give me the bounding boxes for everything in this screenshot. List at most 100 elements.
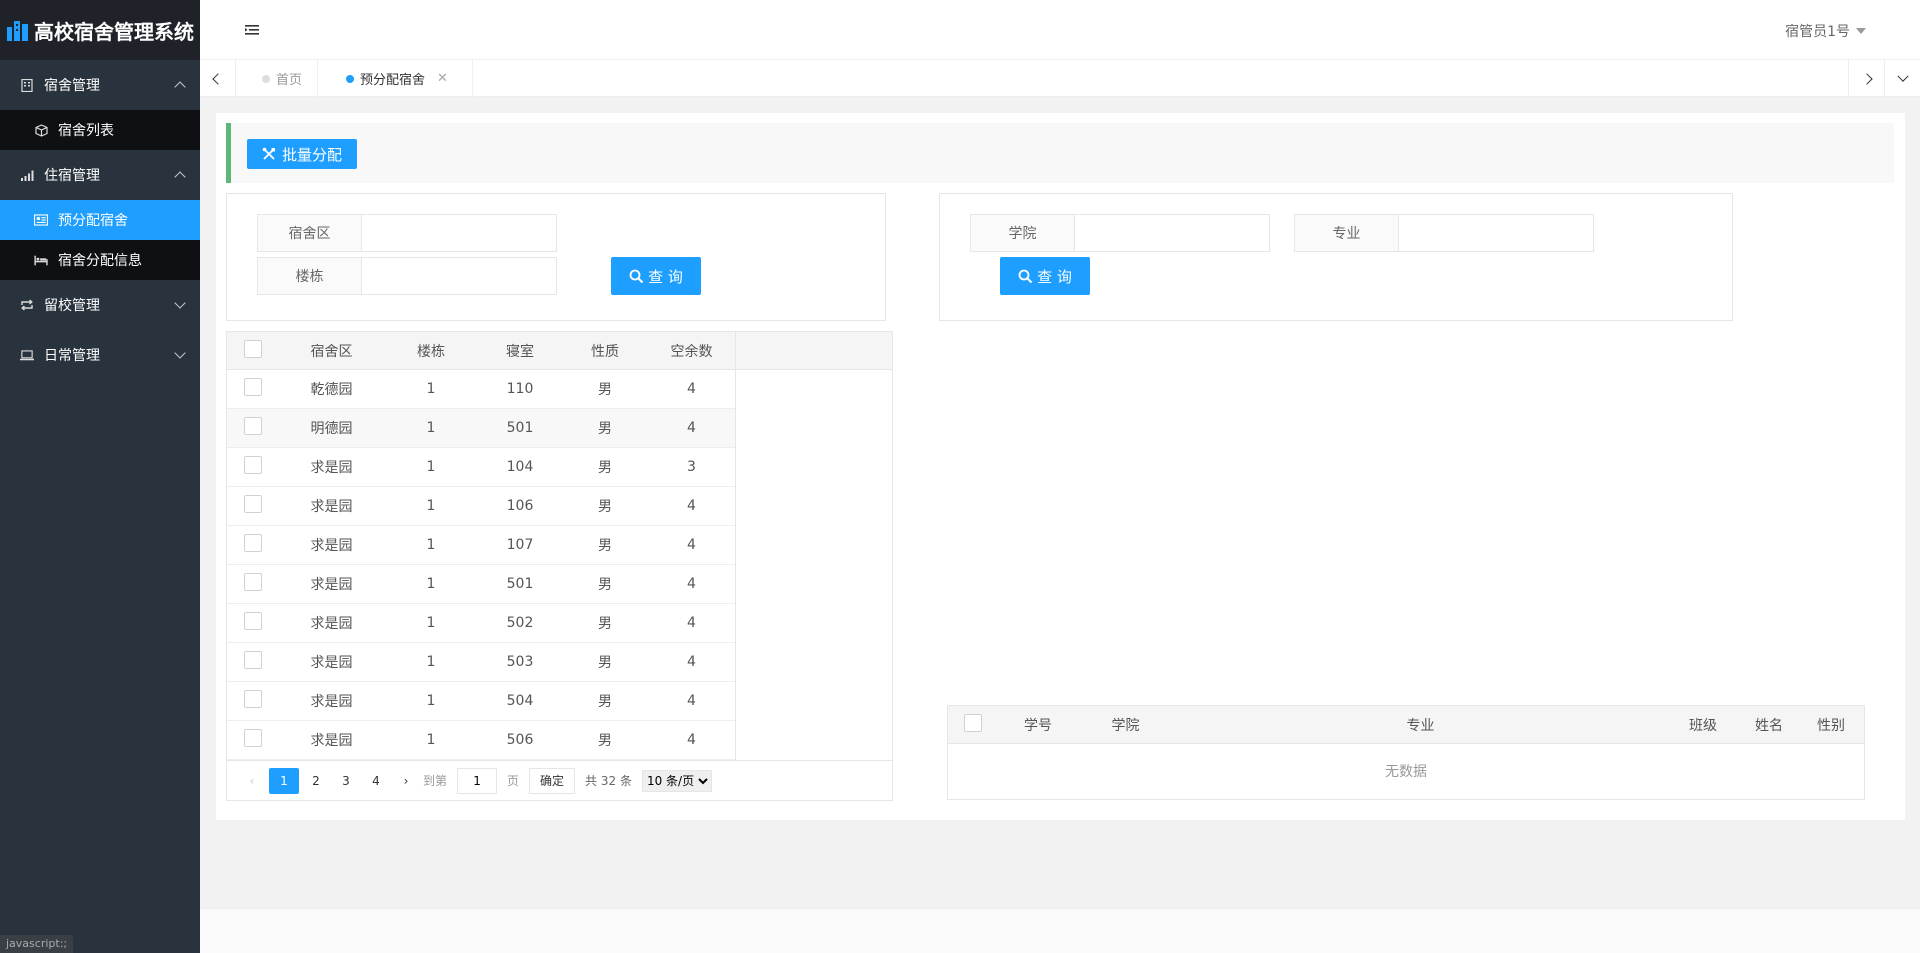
- page-3-button[interactable]: 3: [333, 768, 359, 794]
- row-checkbox[interactable]: [244, 456, 262, 474]
- college-field: 学院: [970, 214, 1270, 252]
- row-checkbox[interactable]: [244, 690, 262, 708]
- tab-scroll-right-button[interactable]: [1848, 60, 1884, 97]
- chevron-down-icon: [1896, 70, 1909, 82]
- header-filler: [735, 332, 892, 370]
- menu-dorm-management[interactable]: 宿舍管理: [0, 60, 200, 110]
- cell-vacancy: 4: [687, 615, 696, 631]
- menu-toggle-icon[interactable]: [244, 22, 260, 38]
- laptop-icon: [20, 348, 34, 362]
- tab-label: 预分配宿舍: [360, 73, 426, 88]
- row-checkbox[interactable]: [244, 378, 262, 396]
- major-input[interactable]: [1399, 215, 1593, 251]
- row-checkbox[interactable]: [244, 651, 262, 669]
- menu-group-stay: 留校管理: [0, 280, 200, 330]
- page-2-button[interactable]: 2: [303, 768, 329, 794]
- building-input[interactable]: [362, 258, 556, 294]
- cell-room: 107: [506, 537, 534, 553]
- table-row[interactable]: 求是园 1 503 男 4: [227, 643, 735, 682]
- menu-daily-management[interactable]: 日常管理: [0, 330, 200, 380]
- goto-confirm-button[interactable]: 确定: [529, 767, 576, 794]
- cell-area: 明德园: [310, 421, 353, 437]
- column-header: 性别: [1817, 717, 1845, 734]
- student-query-button[interactable]: 查 询: [1000, 257, 1090, 295]
- top-header: 宿管员1号: [200, 0, 1920, 60]
- row-checkbox[interactable]: [244, 612, 262, 630]
- row-checkbox[interactable]: [244, 417, 262, 435]
- menu-lodging-management[interactable]: 住宿管理: [0, 150, 200, 200]
- table-row[interactable]: 乾德园 1 110 男 4: [227, 370, 735, 409]
- row-checkbox[interactable]: [244, 573, 262, 591]
- prev-page-button[interactable]: ‹: [239, 768, 265, 794]
- query-label: 查 询: [648, 267, 683, 286]
- menu-label: 宿舍列表: [58, 123, 114, 139]
- cell-gender: 男: [598, 538, 612, 554]
- dorm-area-input[interactable]: [362, 215, 556, 251]
- cell-building: 1: [426, 498, 436, 514]
- bed-icon: [34, 253, 48, 267]
- cell-building: 1: [426, 537, 436, 553]
- field-label: 宿舍区: [258, 215, 362, 251]
- row-checkbox[interactable]: [244, 495, 262, 513]
- row-checkbox[interactable]: [244, 534, 262, 552]
- dorm-query-button[interactable]: 查 询: [611, 257, 701, 295]
- tab-scroll-left-button[interactable]: [200, 60, 236, 97]
- college-input[interactable]: [1075, 215, 1269, 251]
- cell-gender: 男: [598, 382, 612, 398]
- table-row[interactable]: 求是园 1 104 男 3: [227, 448, 735, 487]
- user-menu[interactable]: 宿管员1号: [1785, 21, 1866, 41]
- tools-icon: [262, 147, 275, 160]
- next-page-button[interactable]: ›: [393, 768, 419, 794]
- menu-stay-management[interactable]: 留校管理: [0, 280, 200, 330]
- select-all-checkbox[interactable]: [244, 339, 262, 358]
- table-row[interactable]: 求是园 1 502 男 4: [227, 604, 735, 643]
- table-row[interactable]: 求是园 1 504 男 4: [227, 682, 735, 721]
- menu-label: 宿舍管理: [44, 78, 100, 94]
- app-title: 高校宿舍管理系统: [34, 19, 194, 44]
- cell-gender: 男: [598, 655, 612, 671]
- page-4-button[interactable]: 4: [363, 768, 389, 794]
- cell-area: 求是园: [310, 577, 353, 593]
- building-field: 楼栋: [257, 257, 557, 295]
- cell-room: 504: [506, 693, 534, 709]
- chevron-right-icon: [1860, 72, 1873, 85]
- cell-gender: 男: [598, 460, 612, 476]
- chevron-up-icon: [174, 171, 186, 183]
- menu-item-allocation-info[interactable]: 宿舍分配信息: [0, 240, 200, 280]
- table-header: 宿舍区 楼栋 寝室 性质 空余数: [227, 332, 735, 370]
- tab-options-button[interactable]: [1884, 60, 1920, 97]
- menu-item-dorm-list[interactable]: 宿舍列表: [0, 110, 200, 150]
- table-row[interactable]: 求是园 1 107 男 4: [227, 526, 735, 565]
- select-all-checkbox[interactable]: [964, 713, 982, 732]
- column-header: 学号: [1024, 717, 1052, 734]
- table-row[interactable]: 求是园 1 501 男 4: [227, 565, 735, 604]
- page-size-select[interactable]: 10 条/页: [641, 769, 712, 792]
- page-1-button[interactable]: 1: [269, 767, 299, 794]
- cube-icon: [34, 123, 48, 137]
- cell-vacancy: 4: [687, 576, 696, 592]
- close-icon[interactable]: ✕: [437, 71, 448, 86]
- cell-gender: 男: [598, 694, 612, 710]
- app-logo: 高校宿舍管理系统: [0, 0, 200, 60]
- building-logo-icon: [7, 21, 28, 41]
- menu-label: 宿舍分配信息: [58, 253, 142, 269]
- batch-allocate-button[interactable]: 批量分配: [247, 139, 357, 169]
- tab-home[interactable]: 首页: [236, 60, 318, 97]
- cell-room: 110: [506, 381, 534, 397]
- tab-pre-allocate[interactable]: 预分配宿舍 ✕: [318, 60, 473, 97]
- row-checkbox[interactable]: [244, 729, 262, 747]
- pagination: ‹ 1 2 3 4 › 到第 页 确定 共 32 条 10 条/页: [227, 760, 892, 800]
- table-row[interactable]: 明德园 1 501 男 4: [227, 409, 735, 448]
- column-header: 宿舍区: [310, 343, 353, 360]
- table-row[interactable]: 求是园 1 506 男 4: [227, 721, 735, 760]
- cell-building: 1: [426, 459, 436, 475]
- dorm-table: 宿舍区 楼栋 寝室 性质 空余数 乾德园 1 110 男 4 明德园 1 501…: [226, 331, 893, 801]
- cell-gender: 男: [598, 616, 612, 632]
- tab-bar: 首页 预分配宿舍 ✕: [200, 60, 1920, 97]
- column-header: 班级: [1689, 717, 1717, 734]
- query-label: 查 询: [1037, 267, 1072, 286]
- table-row[interactable]: 求是园 1 106 男 4: [227, 487, 735, 526]
- menu-item-pre-allocate[interactable]: 预分配宿舍: [0, 200, 200, 240]
- cell-room: 501: [506, 576, 534, 592]
- goto-page-input[interactable]: [457, 767, 498, 794]
